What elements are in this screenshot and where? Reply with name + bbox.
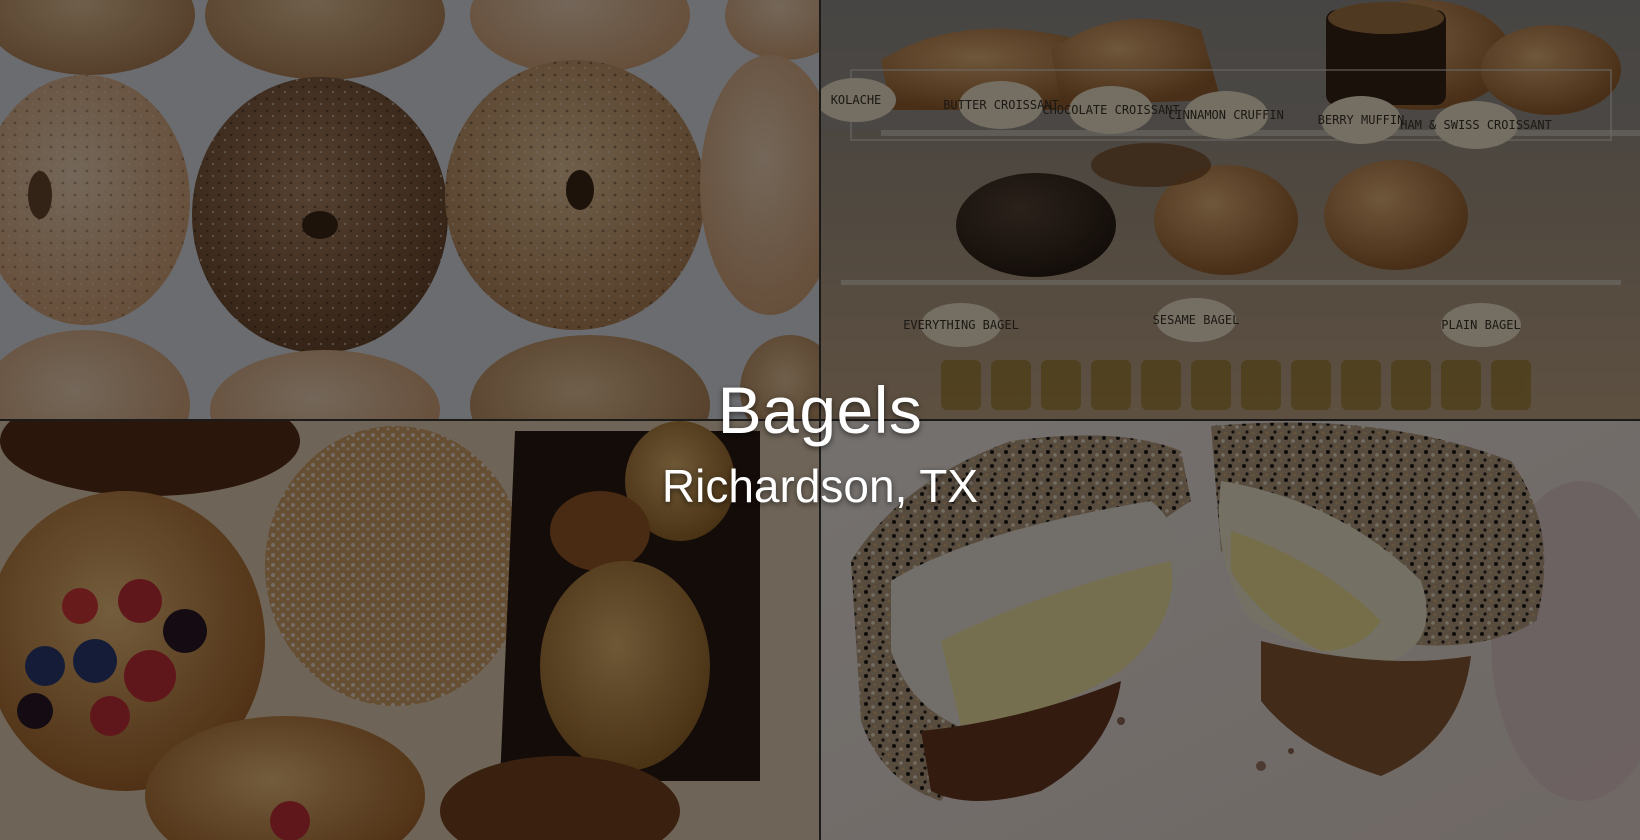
tag-everything-bagel: EVERYTHING BAGEL [903, 318, 1019, 332]
tag-kolache: KOLACHE [831, 93, 882, 107]
hero-banner: KOLACHE BUTTER CROISSANT CHOCOLATE CROIS… [0, 0, 1640, 840]
tag-cinnamon-cruffin: CINNAMON CRUFFIN [1168, 108, 1284, 122]
tag-plain-bagel: PLAIN BAGEL [1441, 318, 1520, 332]
hero-caption: Bagels Richardson, TX [0, 372, 1640, 512]
tag-ham-swiss-croissant: HAM & SWISS CROISSANT [1400, 118, 1552, 132]
tag-chocolate-croissant: CHOCOLATE CROISSANT [1042, 103, 1179, 117]
location-subtitle: Richardson, TX [661, 460, 979, 512]
bagel-rows-photo [0, 0, 819, 419]
page-title: Bagels [717, 373, 923, 447]
tag-berry-muffin: BERRY MUFFIN [1318, 113, 1405, 127]
tag-sesame-bagel: SESAME BAGEL [1153, 313, 1240, 327]
bakery-display-case-photo: KOLACHE BUTTER CROISSANT CHOCOLATE CROIS… [821, 0, 1640, 419]
